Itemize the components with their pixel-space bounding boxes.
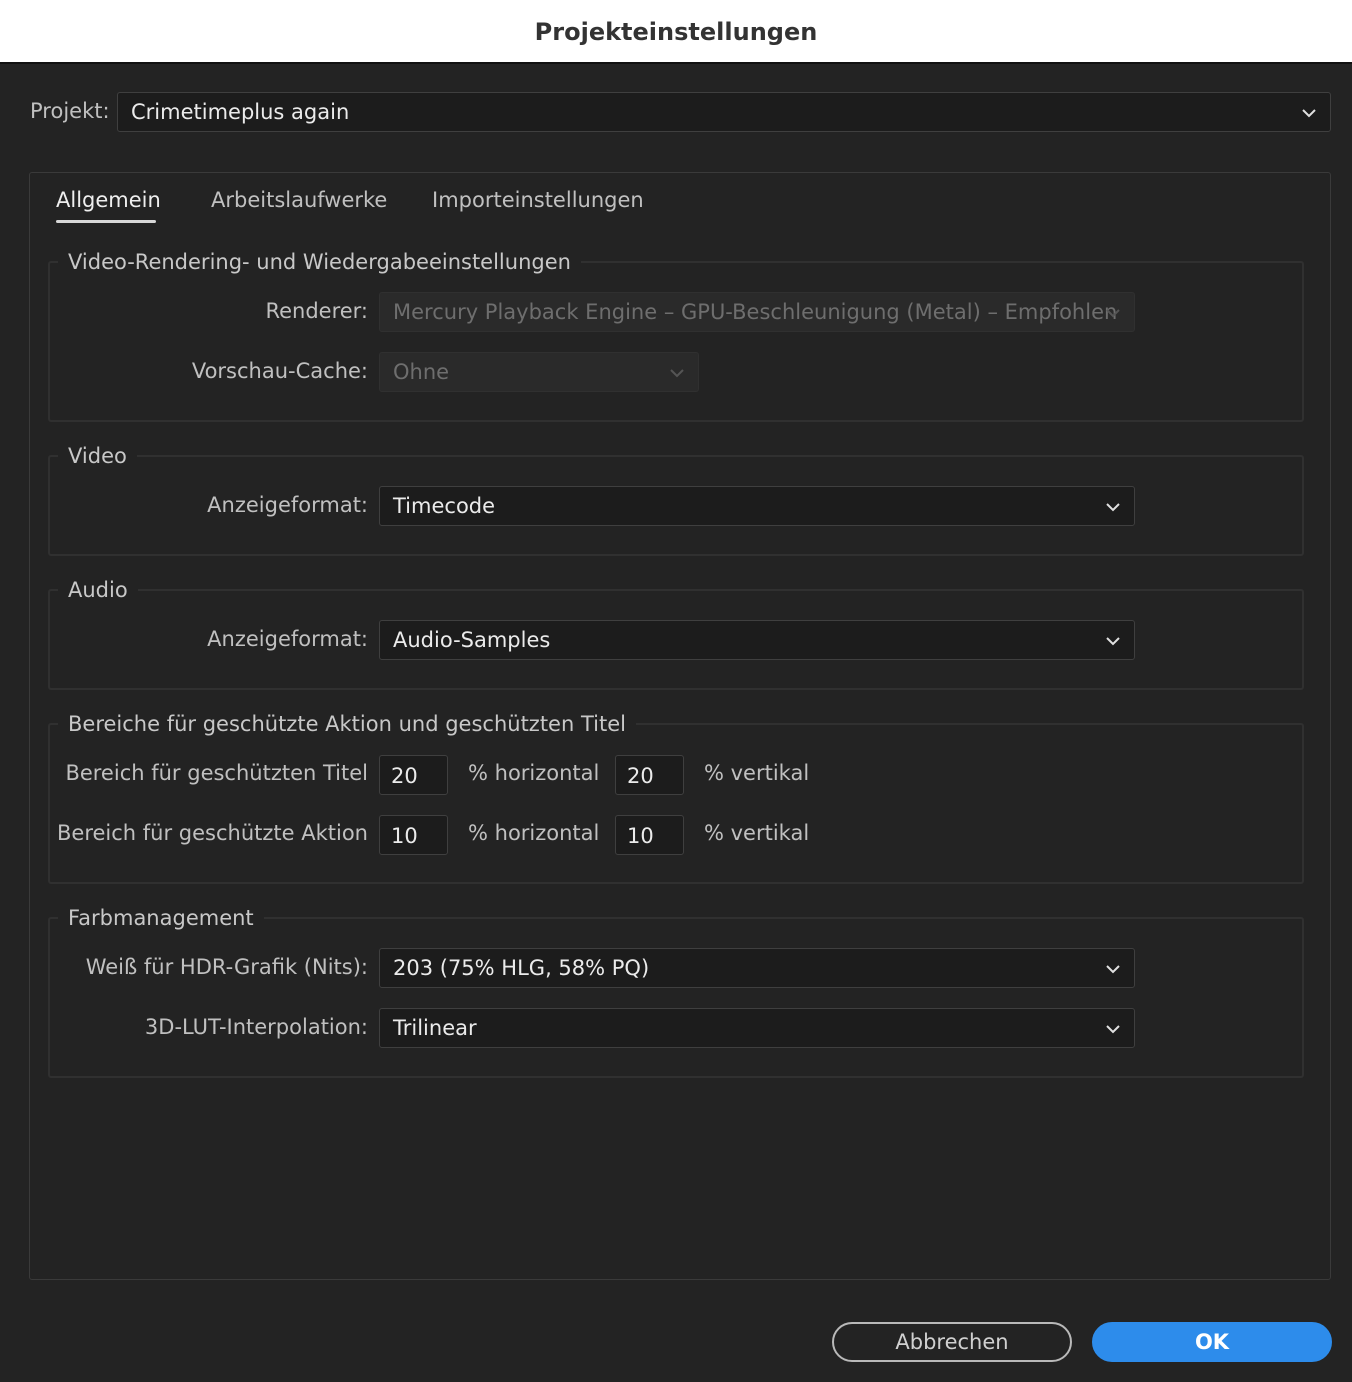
color-management-legend: Farbmanagement bbox=[68, 906, 254, 930]
title-safe-label: Bereich für geschützten Titel bbox=[65, 761, 368, 785]
safe-areas-group: Bereiche für geschützte Aktion und gesch… bbox=[48, 712, 1304, 884]
video-legend: Video bbox=[68, 444, 127, 468]
title-safe-horizontal-suffix: % horizontal bbox=[468, 761, 600, 785]
tab-allgemein[interactable]: Allgemein bbox=[56, 188, 161, 212]
tab-arbeitslaufwerke[interactable]: Arbeitslaufwerke bbox=[211, 188, 387, 212]
color-management-group: Farbmanagement bbox=[48, 906, 1304, 1078]
lut-interpolation-label: 3D-LUT-Interpolation: bbox=[144, 1015, 368, 1039]
lut-interpolation-select[interactable]: Trilinear bbox=[379, 1008, 1135, 1048]
lut-interpolation-value: Trilinear bbox=[393, 1016, 477, 1040]
chevron-down-icon bbox=[1300, 104, 1318, 122]
ok-button[interactable]: OK bbox=[1092, 1322, 1332, 1362]
preview-cache-select: Ohne bbox=[379, 352, 699, 392]
project-value: Crimetimeplus again bbox=[131, 100, 350, 124]
preview-cache-label: Vorschau-Cache: bbox=[191, 359, 368, 383]
chevron-down-icon bbox=[668, 364, 686, 382]
title-safe-vertical-input[interactable]: 20 bbox=[615, 755, 684, 795]
renderer-select: Mercury Playback Engine – GPU-Beschleuni… bbox=[379, 292, 1135, 332]
tab-importeinstellungen[interactable]: Importeinstellungen bbox=[432, 188, 644, 212]
title-safe-vertical-suffix: % vertikal bbox=[704, 761, 810, 785]
chevron-down-icon bbox=[1104, 960, 1122, 978]
action-safe-horizontal-suffix: % horizontal bbox=[468, 821, 600, 845]
rendering-legend: Video-Rendering- und Wiedergabeeinstellu… bbox=[68, 250, 571, 274]
video-format-value: Timecode bbox=[393, 494, 496, 518]
audio-legend: Audio bbox=[68, 578, 128, 602]
project-label: Projekt: bbox=[30, 99, 110, 123]
project-select[interactable]: Crimetimeplus again bbox=[117, 92, 1331, 132]
hdr-white-select[interactable]: 203 (75% HLG, 58% PQ) bbox=[379, 948, 1135, 988]
chevron-down-icon bbox=[1104, 632, 1122, 650]
action-safe-vertical-suffix: % vertikal bbox=[704, 821, 810, 845]
action-safe-label: Bereich für geschützte Aktion bbox=[57, 821, 368, 845]
title-safe-horizontal-input[interactable]: 20 bbox=[379, 755, 448, 795]
hdr-white-label: Weiß für HDR-Grafik (Nits): bbox=[85, 955, 368, 979]
renderer-label: Renderer: bbox=[265, 299, 368, 323]
audio-format-value: Audio-Samples bbox=[393, 628, 551, 652]
hdr-white-value: 203 (75% HLG, 58% PQ) bbox=[393, 956, 650, 980]
cancel-button[interactable]: Abbrechen bbox=[832, 1322, 1072, 1362]
video-format-select[interactable]: Timecode bbox=[379, 486, 1135, 526]
preview-cache-value: Ohne bbox=[393, 360, 450, 384]
audio-format-select[interactable]: Audio-Samples bbox=[379, 620, 1135, 660]
active-tab-indicator bbox=[56, 220, 156, 223]
audio-format-label: Anzeigeformat: bbox=[207, 627, 368, 651]
rendering-group: Video-Rendering- und Wiedergabeeinstellu… bbox=[48, 250, 1304, 422]
renderer-value: Mercury Playback Engine – GPU-Beschleuni… bbox=[393, 300, 1118, 324]
dialog-title: Projekteinstellungen bbox=[0, 0, 1352, 64]
chevron-down-icon bbox=[1104, 498, 1122, 516]
chevron-down-icon bbox=[1104, 1020, 1122, 1038]
video-format-label: Anzeigeformat: bbox=[207, 493, 368, 517]
action-safe-vertical-input[interactable]: 10 bbox=[615, 815, 684, 855]
chevron-down-icon bbox=[1104, 304, 1122, 322]
safe-areas-legend: Bereiche für geschützte Aktion und gesch… bbox=[68, 712, 626, 736]
action-safe-horizontal-input[interactable]: 10 bbox=[379, 815, 448, 855]
